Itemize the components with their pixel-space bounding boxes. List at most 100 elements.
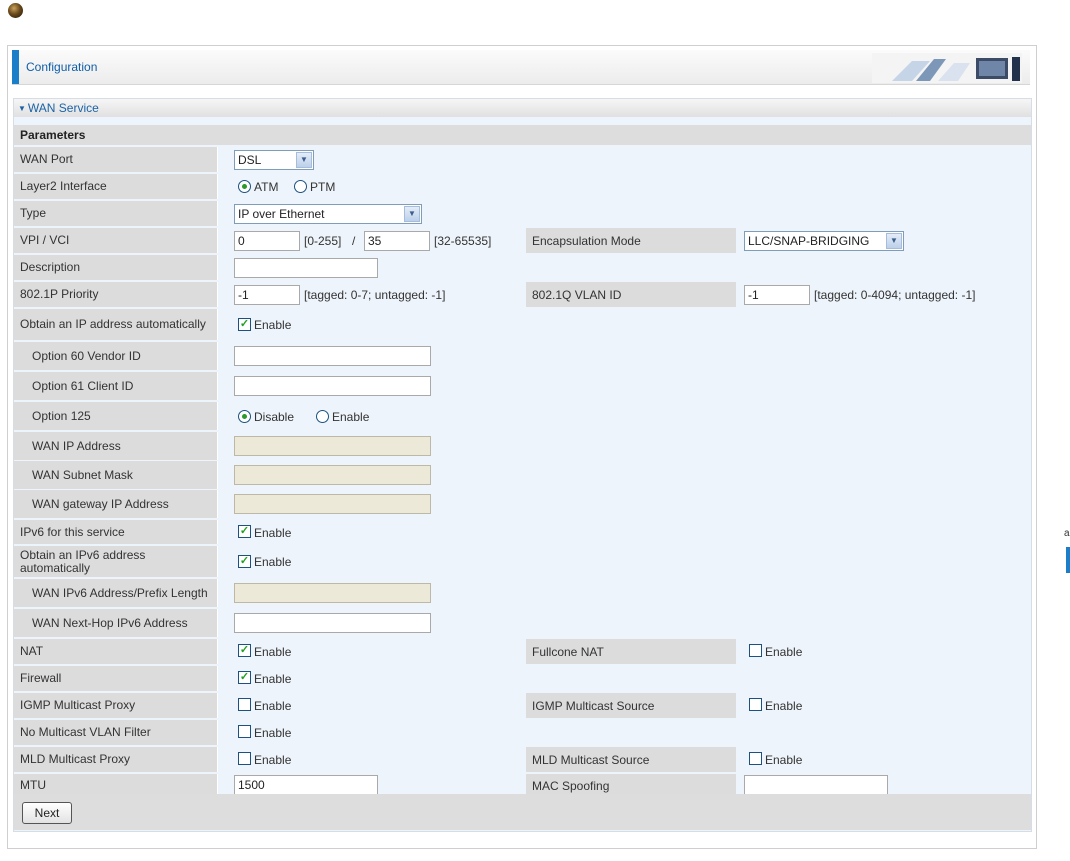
nat-option: Enable <box>254 645 292 659</box>
layer2-label: Layer2 Interface <box>14 174 218 199</box>
fullcone-nat-option: Enable <box>765 645 803 659</box>
ipv6-service-label: IPv6 for this service <box>14 520 218 544</box>
encapsulation-label: Encapsulation Mode <box>526 228 736 253</box>
mac-spoofing-input[interactable] <box>744 775 888 795</box>
vci-input[interactable]: 35 <box>364 231 430 251</box>
row-ipv6-prefix: WAN IPv6 Address/Prefix Length <box>14 579 1031 607</box>
option125-label: Option 125 <box>14 402 218 430</box>
obtain-ipv6-checkbox[interactable]: ✓ <box>238 555 251 568</box>
igmp-proxy-label: IGMP Multicast Proxy <box>14 693 218 718</box>
wan-port-value: DSL <box>238 153 262 167</box>
chevron-down-icon[interactable]: ▼ <box>886 233 902 249</box>
igmp-source-checkbox[interactable] <box>749 698 762 711</box>
igmp-source-label: IGMP Multicast Source <box>526 693 736 718</box>
no-mvlan-filter-label: No Multicast VLAN Filter <box>14 720 218 745</box>
priority-label: 802.1P Priority <box>14 282 218 307</box>
type-label: Type <box>14 201 218 226</box>
layer2-ptm-radio[interactable] <box>294 180 307 193</box>
ipv6-prefix-input[interactable] <box>234 583 431 603</box>
row-wan-mask: WAN Subnet Mask <box>14 461 1031 489</box>
vlan-id-input[interactable]: -1 <box>744 285 810 305</box>
chevron-down-icon[interactable]: ▼ <box>404 206 420 222</box>
vpi-input[interactable]: 0 <box>234 231 300 251</box>
igmp-proxy-checkbox[interactable] <box>238 698 251 711</box>
obtain-ipv6-option: Enable <box>254 555 292 569</box>
nat-label: NAT <box>14 639 218 664</box>
action-bar: Next <box>14 794 1031 830</box>
wan-mask-input[interactable] <box>234 465 431 485</box>
type-select[interactable]: IP over Ethernet ▼ <box>234 204 422 224</box>
no-mvlan-filter-option: Enable <box>254 726 292 740</box>
wan-ip-input[interactable] <box>234 436 431 456</box>
wan-gateway-input[interactable] <box>234 494 431 514</box>
priority-input[interactable]: -1 <box>234 285 300 305</box>
obtain-ipv6-label: Obtain an IPv6 address automatically <box>14 546 218 577</box>
wan-port-label: WAN Port <box>14 147 218 172</box>
wan-gateway-label: WAN gateway IP Address <box>14 490 218 518</box>
wan-service-header[interactable]: ▼ WAN Service <box>14 99 1031 117</box>
collapse-triangle-icon[interactable]: ▼ <box>18 100 26 118</box>
nat-checkbox[interactable]: ✓ <box>238 644 251 657</box>
igmp-proxy-option: Enable <box>254 699 292 713</box>
row-option125: Option 125 Disable Enable <box>14 402 1031 430</box>
row-igmp: IGMP Multicast Proxy Enable IGMP Multica… <box>14 693 1031 718</box>
mtu-input[interactable]: 1500 <box>234 775 378 795</box>
row-nat: NAT ✓ Enable Fullcone NAT Enable <box>14 639 1031 664</box>
row-type: Type IP over Ethernet ▼ <box>14 201 1031 226</box>
edge-accent-bar <box>1066 547 1070 573</box>
wan-ip-label: WAN IP Address <box>14 432 218 460</box>
vpi-range-hint: [0-255] <box>304 234 342 248</box>
firewall-checkbox[interactable]: ✓ <box>238 671 251 684</box>
next-button[interactable]: Next <box>22 802 72 824</box>
configuration-panel: Configuration ▼ WAN Service Parameters WA… <box>7 45 1037 849</box>
row-obtain-ipv6: Obtain an IPv6 address automatically ✓ E… <box>14 546 1031 577</box>
row-option60: Option 60 Vendor ID <box>14 342 1031 370</box>
option125-disable-label: Disable <box>254 410 295 424</box>
option61-label: Option 61 Client ID <box>14 372 218 400</box>
description-label: Description <box>14 255 218 280</box>
option60-label: Option 60 Vendor ID <box>14 342 218 370</box>
edge-text: a <box>1064 528 1070 539</box>
priority-hint: [tagged: 0-7; untagged: -1] <box>304 288 446 302</box>
ipv6-service-checkbox[interactable]: ✓ <box>238 525 251 538</box>
wan-port-select[interactable]: DSL ▼ <box>234 150 314 170</box>
mld-source-checkbox[interactable] <box>749 752 762 765</box>
option125-disable-radio[interactable] <box>238 410 251 423</box>
row-priority-vlan: 802.1P Priority -1 [tagged: 0-7; untagge… <box>14 282 1031 307</box>
option125-enable-radio[interactable] <box>316 410 329 423</box>
ipv6-nexthop-input[interactable] <box>234 613 431 633</box>
vpi-vci-separator: / <box>352 234 356 248</box>
firewall-label: Firewall <box>14 666 218 691</box>
description-input[interactable] <box>234 258 378 278</box>
ipv6-service-option: Enable <box>254 526 292 540</box>
no-mvlan-filter-checkbox[interactable] <box>238 725 251 738</box>
row-ipv6-service: IPv6 for this service ✓ Enable <box>14 520 1031 544</box>
option61-input[interactable] <box>234 376 431 396</box>
row-description: Description <box>14 255 1031 280</box>
mld-proxy-label: MLD Multicast Proxy <box>14 747 218 772</box>
vci-range-hint: [32-65535] <box>434 234 492 248</box>
header-accent-bar <box>12 50 19 84</box>
ipv6-nexthop-label: WAN Next-Hop IPv6 Address <box>14 609 218 637</box>
obtain-ip-checkbox[interactable]: ✓ <box>238 318 251 331</box>
option60-input[interactable] <box>234 346 431 366</box>
mld-source-label: MLD Multicast Source <box>526 747 736 772</box>
row-no-mvlan-filter: No Multicast VLAN Filter Enable <box>14 720 1031 745</box>
fullcone-nat-checkbox[interactable] <box>749 644 762 657</box>
ipv6-prefix-label: WAN IPv6 Address/Prefix Length <box>14 579 218 607</box>
vpi-vci-label: VPI / VCI <box>14 228 218 253</box>
wan-service-section: ▼ WAN Service Parameters WAN Port DSL ▼ L… <box>13 98 1032 832</box>
layer2-atm-radio[interactable] <box>238 180 251 193</box>
chevron-down-icon[interactable]: ▼ <box>296 152 312 168</box>
layer2-atm-label: ATM <box>254 180 279 194</box>
encapsulation-value: LLC/SNAP-BRIDGING <box>748 234 870 248</box>
encapsulation-select[interactable]: LLC/SNAP-BRIDGING ▼ <box>744 231 904 251</box>
row-wan-gateway: WAN gateway IP Address <box>14 490 1031 518</box>
mld-proxy-checkbox[interactable] <box>238 752 251 765</box>
bullet-icon <box>8 3 23 18</box>
row-wan-port: WAN Port DSL ▼ <box>14 147 1031 172</box>
vlan-id-label: 802.1Q VLAN ID <box>526 282 736 307</box>
obtain-ip-option: Enable <box>254 318 292 332</box>
row-ipv6-nexthop: WAN Next-Hop IPv6 Address <box>14 609 1031 637</box>
option125-enable-label: Enable <box>332 410 370 424</box>
